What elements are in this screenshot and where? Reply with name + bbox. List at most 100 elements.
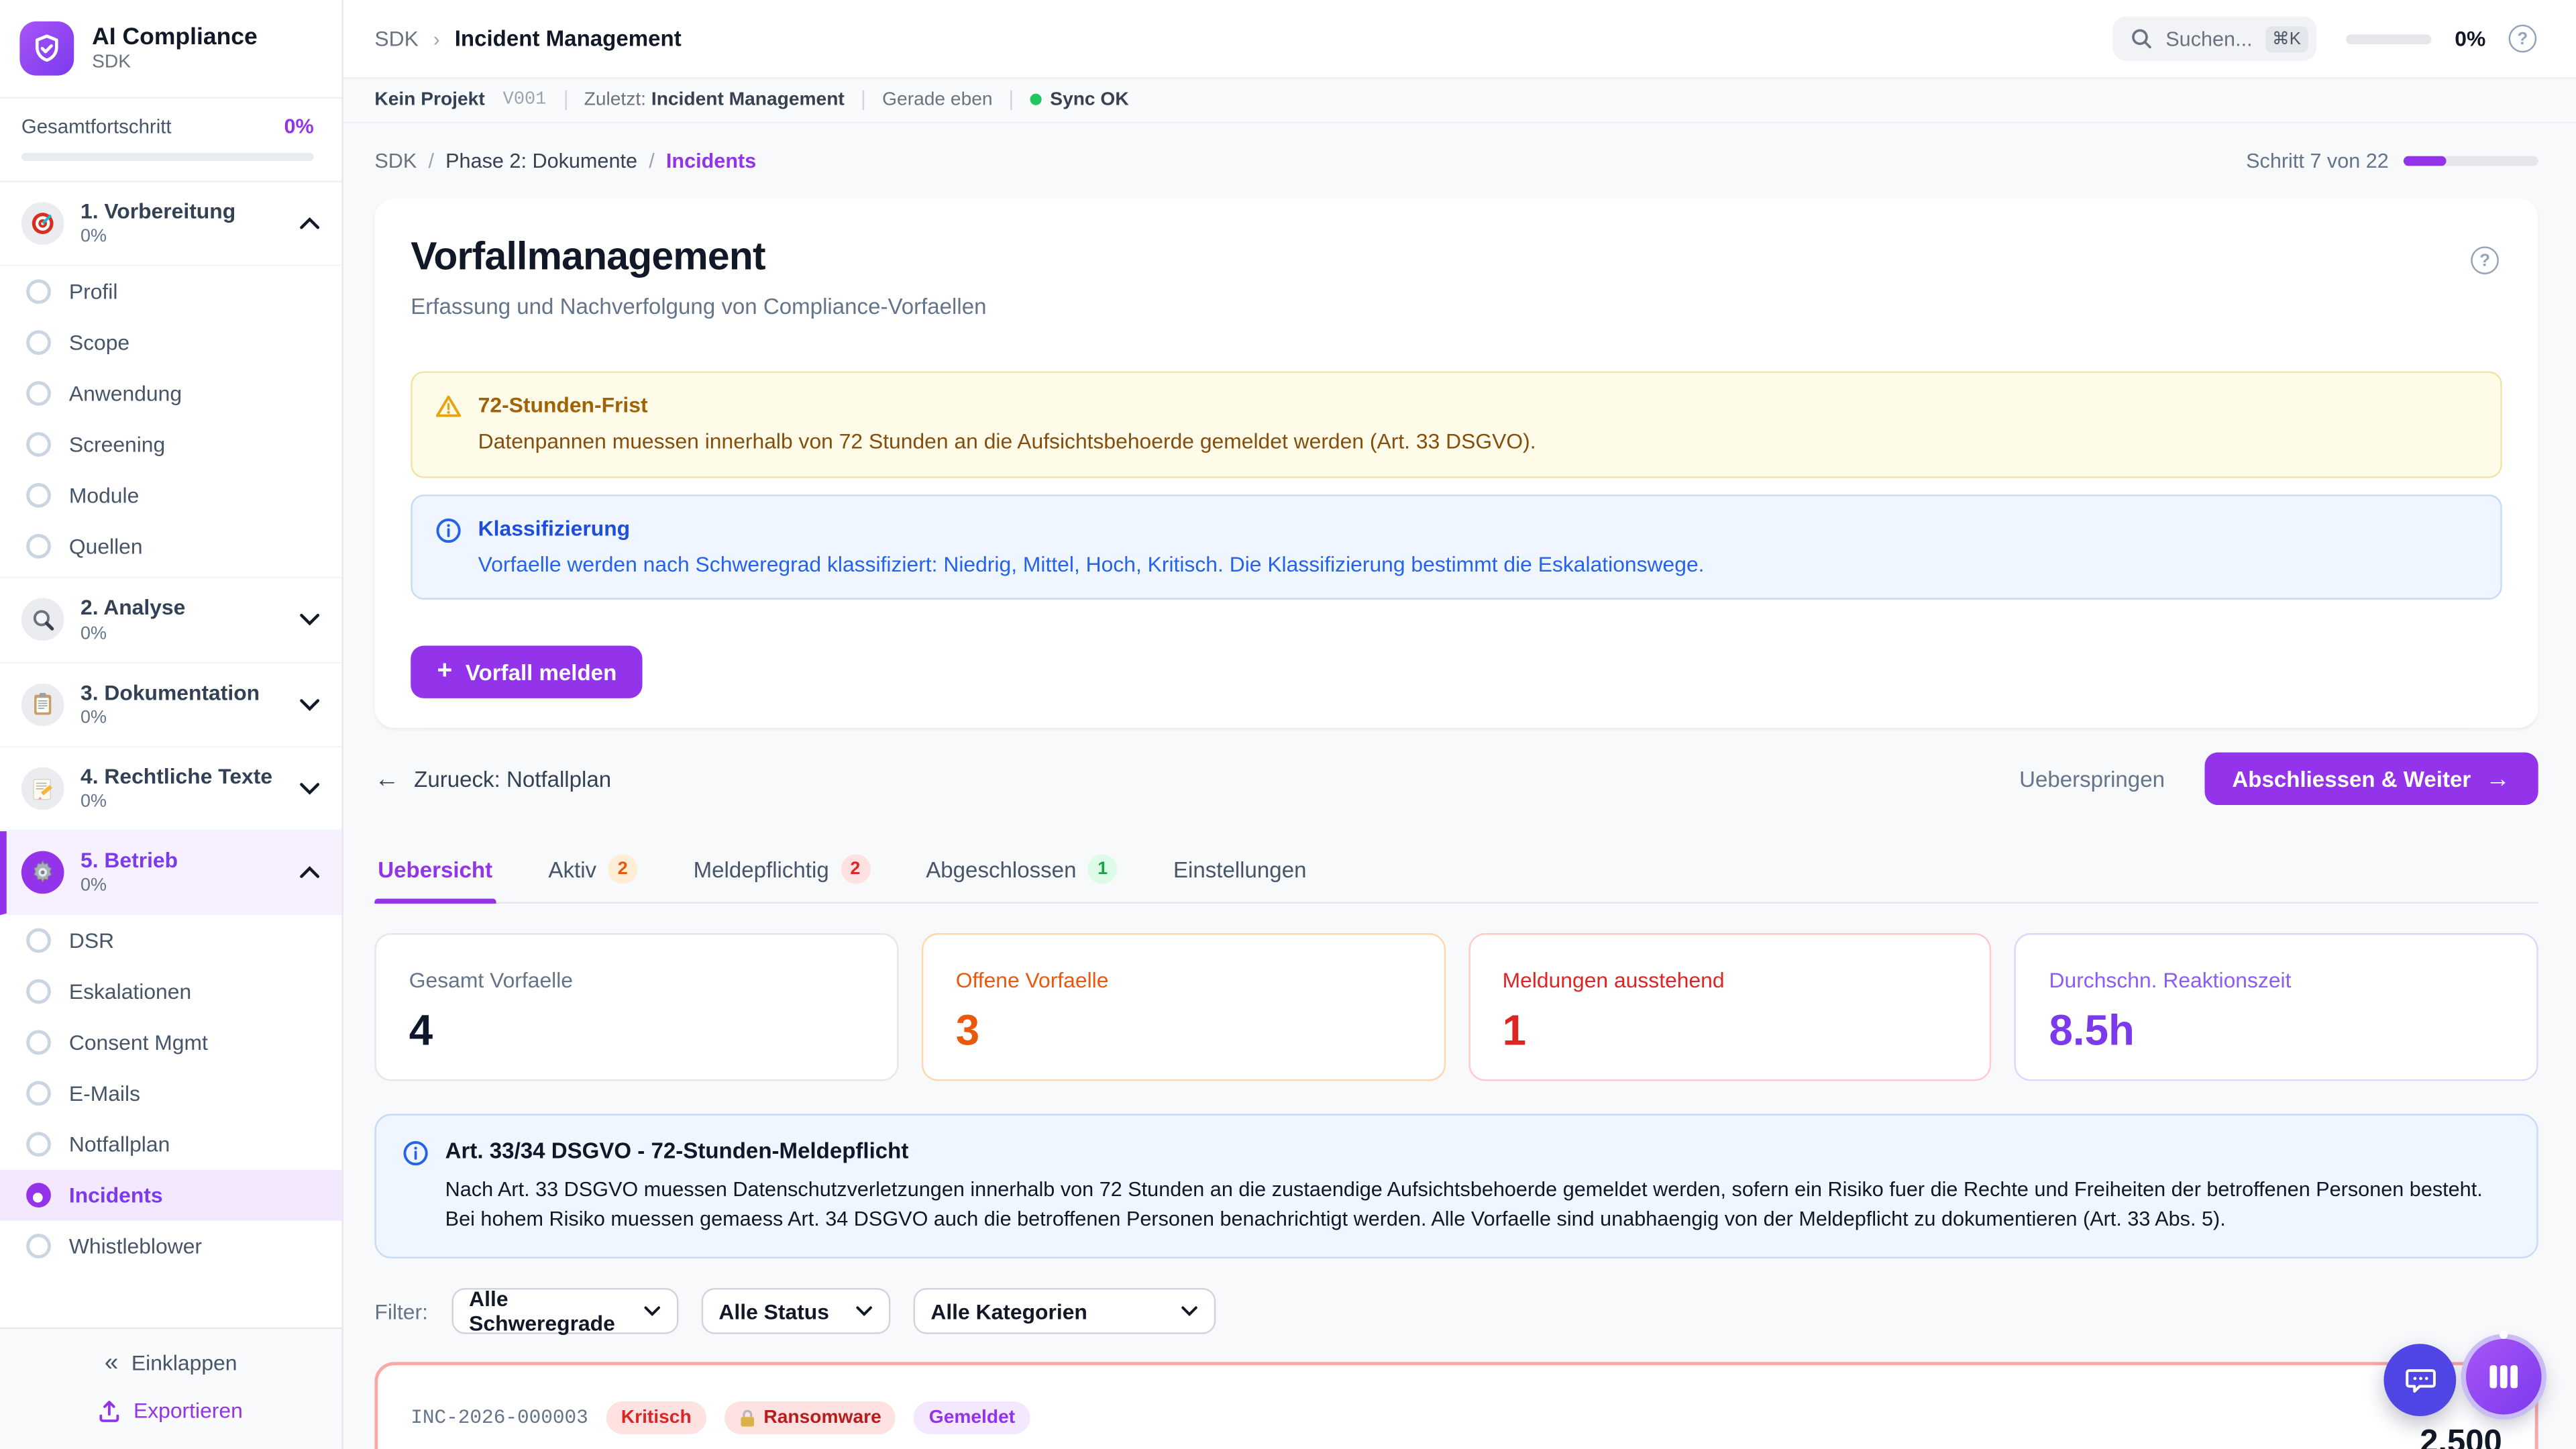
- info-callout: Klassifizierung Vorfaelle werden nach Sc…: [411, 494, 2502, 600]
- chevron-down-icon: [299, 614, 321, 627]
- chat-button[interactable]: [2383, 1344, 2456, 1416]
- export-button[interactable]: Exportieren: [99, 1398, 243, 1423]
- upload-icon: [99, 1399, 121, 1421]
- topbar-progress-bar: [2347, 34, 2432, 44]
- crumb-current: Incidents: [666, 150, 756, 172]
- app-subtitle: SDK: [92, 53, 258, 72]
- step-progress-bar: [2404, 156, 2538, 166]
- section-label: 3. Dokumentation: [80, 681, 260, 704]
- complete-next-button[interactable]: Abschliessen & Weiter →: [2204, 753, 2538, 805]
- sidebar-item-dsr[interactable]: DSR: [0, 916, 341, 967]
- breadcrumb-root[interactable]: SDK: [374, 26, 418, 51]
- section-progress: 0%: [80, 227, 235, 247]
- tab-meldepflichtig[interactable]: Meldepflichtig2: [690, 841, 873, 902]
- shield-check-icon: [19, 21, 74, 76]
- sidebar-item-screening[interactable]: Screening: [0, 419, 341, 470]
- crumb-sdk[interactable]: SDK: [374, 150, 417, 172]
- section-progress: 0%: [80, 624, 185, 643]
- warning-title: 72-Stunden-Frist: [478, 392, 1536, 417]
- radio-icon: [26, 1234, 51, 1259]
- dsgvo-info-callout: Art. 33/34 DSGVO - 72-Stunden-Meldepflic…: [374, 1114, 2538, 1259]
- sidebar-item-scope[interactable]: Scope: [0, 317, 341, 368]
- sidebar-item-module[interactable]: Module: [0, 470, 341, 521]
- back-link[interactable]: ← Zurueck: Notfallplan: [374, 767, 611, 792]
- section-label: 5. Betrieb: [80, 850, 178, 873]
- tab-count-badge: 2: [608, 855, 637, 884]
- sidebar-section-rechtliche-texte[interactable]: 4. Rechtliche Texte 0%: [0, 747, 341, 832]
- incident-card[interactable]: INC-2026-000003 Kritisch Ransomware Geme…: [374, 1362, 2538, 1449]
- keyboard-shortcut-badge: ⌘K: [2265, 25, 2307, 52]
- radio-icon: [26, 1031, 51, 1056]
- sidebar-section-dokumentation[interactable]: 3. Dokumentation 0%: [0, 663, 341, 747]
- sidebar-item-anwendung[interactable]: Anwendung: [0, 368, 341, 419]
- pencil-icon: [21, 767, 64, 810]
- sidebar-nav: 1. Vorbereitung 0% Profil Scope Anwendun…: [0, 182, 341, 1328]
- collapse-sidebar-button[interactable]: « Einklappen: [105, 1349, 237, 1377]
- overall-progress-label: Gesamtfortschritt: [21, 115, 172, 138]
- radio-icon: [26, 980, 51, 1005]
- project-name: Kein Projekt: [374, 91, 484, 110]
- sidebar-section-betrieb[interactable]: 5. Betrieb 0%: [0, 832, 341, 916]
- help-icon[interactable]: ?: [2509, 25, 2537, 53]
- tab-abgeschlossen[interactable]: Abgeschlossen1: [922, 841, 1120, 902]
- sidebar-item-eskalationen[interactable]: Eskalationen: [0, 967, 341, 1018]
- filter-row: Filter: Alle Schweregrade Alle Status Al…: [374, 1289, 2538, 1335]
- target-icon: [21, 203, 64, 246]
- tab-uebersicht[interactable]: Uebersicht: [374, 841, 496, 902]
- sidebar-item-whistleblower[interactable]: Whistleblower: [0, 1222, 341, 1273]
- dsgvo-title: Art. 33/34 DSGVO - 72-Stunden-Meldepflic…: [445, 1138, 2510, 1163]
- version-badge: V001: [503, 91, 547, 110]
- step-progress: Schritt 7 von 22: [2246, 150, 2538, 172]
- plus-icon: +: [437, 659, 452, 685]
- incident-management-card: Vorfallmanagement Erfassung und Nachverf…: [374, 199, 2538, 728]
- status-badge: Gemeldet: [914, 1402, 1030, 1435]
- search-placeholder: Suchen...: [2165, 27, 2252, 50]
- section-progress: 0%: [80, 792, 272, 812]
- section-progress: 0%: [80, 876, 178, 896]
- gear-icon: [21, 851, 64, 894]
- tab-einstellungen[interactable]: Einstellungen: [1170, 841, 1309, 902]
- divider: [863, 91, 864, 110]
- last-value: Incident Management: [651, 91, 845, 110]
- stat-card-open: Offene Vorfaelle 3: [921, 933, 1445, 1081]
- stat-card-pending-reports: Meldungen ausstehend 1: [1468, 933, 1992, 1081]
- main-panel: SDK / Phase 2: Dokumente / Incidents Sch…: [343, 123, 2576, 1449]
- sidebar-item-quellen[interactable]: Quellen: [0, 521, 341, 579]
- chevron-down-icon: [299, 782, 321, 796]
- category-filter-select[interactable]: Alle Kategorien: [912, 1289, 1215, 1335]
- kanban-button[interactable]: [2466, 1339, 2542, 1415]
- chevron-down-icon: [1181, 1307, 1197, 1317]
- lock-icon: [739, 1409, 755, 1428]
- sidebar-section-vorbereitung[interactable]: 1. Vorbereitung 0%: [0, 182, 341, 267]
- help-icon[interactable]: ?: [2471, 246, 2499, 274]
- radio-icon: [26, 535, 51, 559]
- page-subtitle: Erfassung und Nachverfolgung von Complia…: [411, 294, 2502, 319]
- sidebar-item-profil[interactable]: Profil: [0, 266, 341, 317]
- sidebar-item-emails[interactable]: E-Mails: [0, 1069, 341, 1120]
- search-input[interactable]: Suchen... ⌘K: [2113, 16, 2317, 60]
- brand-header: AI Compliance SDK: [0, 0, 341, 99]
- sidebar: AI Compliance SDK Gesamtfortschritt 0% 1…: [0, 0, 343, 1449]
- crumb-phase[interactable]: Phase 2: Dokumente: [445, 150, 637, 172]
- sidebar-section-analyse[interactable]: 2. Analyse 0%: [0, 579, 341, 663]
- page-breadcrumb: SDK / Phase 2: Dokumente / Incidents: [374, 150, 756, 172]
- section-label: 4. Rechtliche Texte: [80, 765, 272, 789]
- sidebar-item-consent-mgmt[interactable]: Consent Mgmt: [0, 1018, 341, 1069]
- info-circle-icon: [435, 517, 462, 578]
- chevron-down-icon: [299, 698, 321, 711]
- chevron-up-icon: [299, 866, 321, 879]
- topbar-progress-value: 0%: [2455, 26, 2485, 51]
- sidebar-item-notfallplan[interactable]: Notfallplan: [0, 1120, 341, 1171]
- radio-icon: [26, 484, 51, 508]
- sidebar-item-incidents[interactable]: Incidents: [0, 1171, 341, 1222]
- status-bar: Kein Projekt V001 Zuletzt: Incident Mana…: [343, 79, 2576, 123]
- skip-button[interactable]: Ueberspringen: [2019, 767, 2165, 792]
- chevron-down-icon: [643, 1307, 659, 1317]
- tab-aktiv[interactable]: Aktiv2: [545, 841, 641, 902]
- radio-icon: [26, 1082, 51, 1107]
- status-filter-select[interactable]: Alle Status: [700, 1289, 890, 1335]
- report-incident-button[interactable]: + Vorfall melden: [411, 646, 643, 698]
- warning-callout: 72-Stunden-Frist Datenpannen muessen inn…: [411, 371, 2502, 477]
- section-progress: 0%: [80, 708, 260, 727]
- severity-filter-select[interactable]: Alle Schweregrade: [451, 1289, 678, 1335]
